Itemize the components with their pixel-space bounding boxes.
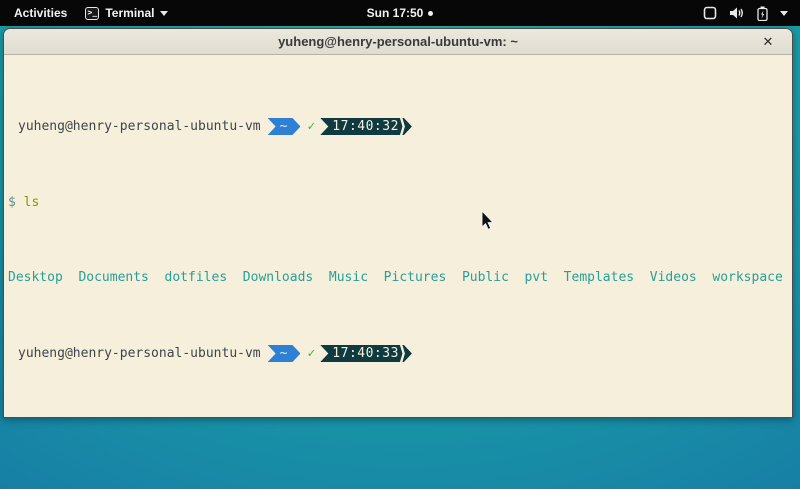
prompt-timestamp: 17:40:33	[332, 346, 399, 361]
app-menu-terminal[interactable]: >_ Terminal	[85, 6, 168, 20]
directory-name: Downloads	[243, 270, 313, 285]
clock-button[interactable]: Sun 17:50	[367, 6, 424, 20]
directory-name: dotfiles	[165, 270, 228, 285]
top-bar: Activities >_ Terminal Sun 17:50	[0, 0, 800, 26]
prompt-line: yuheng@henry-personal-ubuntu-vm ~ ✓ 17:4…	[8, 118, 788, 135]
prompt-line: yuheng@henry-personal-ubuntu-vm ~ ✓ 17:4…	[8, 345, 788, 362]
directory-name: Documents	[78, 270, 148, 285]
directory-name: workspace	[712, 270, 782, 285]
app-menu-label: Terminal	[105, 6, 154, 20]
directory-name: Pictures	[384, 270, 447, 285]
window-titlebar[interactable]: yuheng@henry-personal-ubuntu-vm: ~ ✕	[4, 29, 792, 55]
ls-output-line: Desktop Documents dotfiles Downloads Music Pi…	[8, 270, 788, 285]
directory-name: pvt	[525, 270, 548, 285]
command-text: ls	[24, 195, 40, 210]
chevron-down-icon	[780, 11, 788, 16]
close-icon[interactable]: ✕	[758, 29, 778, 55]
prompt-user-host: yuheng@henry-personal-ubuntu-vm	[18, 346, 261, 361]
directory-name: Videos	[650, 270, 697, 285]
prompt-symbol: $	[8, 195, 16, 210]
prompt-cwd-segment: ~	[268, 345, 301, 362]
terminal-content[interactable]: yuheng@henry-personal-ubuntu-vm ~ ✓ 17:4…	[4, 55, 792, 418]
prompt-user-host: yuheng@henry-personal-ubuntu-vm	[18, 119, 261, 134]
prompt-cwd: ~	[280, 119, 288, 134]
terminal-app-icon: >_	[85, 7, 99, 20]
prompt-cwd-segment: ~	[268, 118, 301, 135]
directory-name: Templates	[564, 270, 634, 285]
prompt-timestamp: 17:40:32	[332, 119, 399, 134]
command-line: $ ls	[8, 195, 788, 210]
window-title: yuheng@henry-personal-ubuntu-vm: ~	[278, 34, 518, 49]
terminal-window: yuheng@henry-personal-ubuntu-vm: ~ ✕ yuh…	[3, 28, 793, 418]
prompt-cwd: ~	[280, 346, 288, 361]
volume-icon	[729, 6, 745, 20]
directory-name: Music	[329, 270, 368, 285]
notification-dot-icon	[428, 11, 433, 16]
prompt-time-segment: 17:40:33	[320, 345, 412, 362]
chevron-down-icon	[160, 11, 168, 16]
directory-name: Public	[462, 270, 509, 285]
system-status-area[interactable]	[703, 6, 800, 21]
screencast-icon	[703, 6, 717, 20]
battery-charging-icon	[757, 6, 768, 21]
activities-button[interactable]: Activities	[10, 4, 71, 22]
prompt-time-segment: 17:40:32	[320, 118, 412, 135]
status-check-icon: ✓	[307, 119, 315, 134]
status-check-icon: ✓	[307, 346, 315, 361]
directory-name: Desktop	[8, 270, 63, 285]
